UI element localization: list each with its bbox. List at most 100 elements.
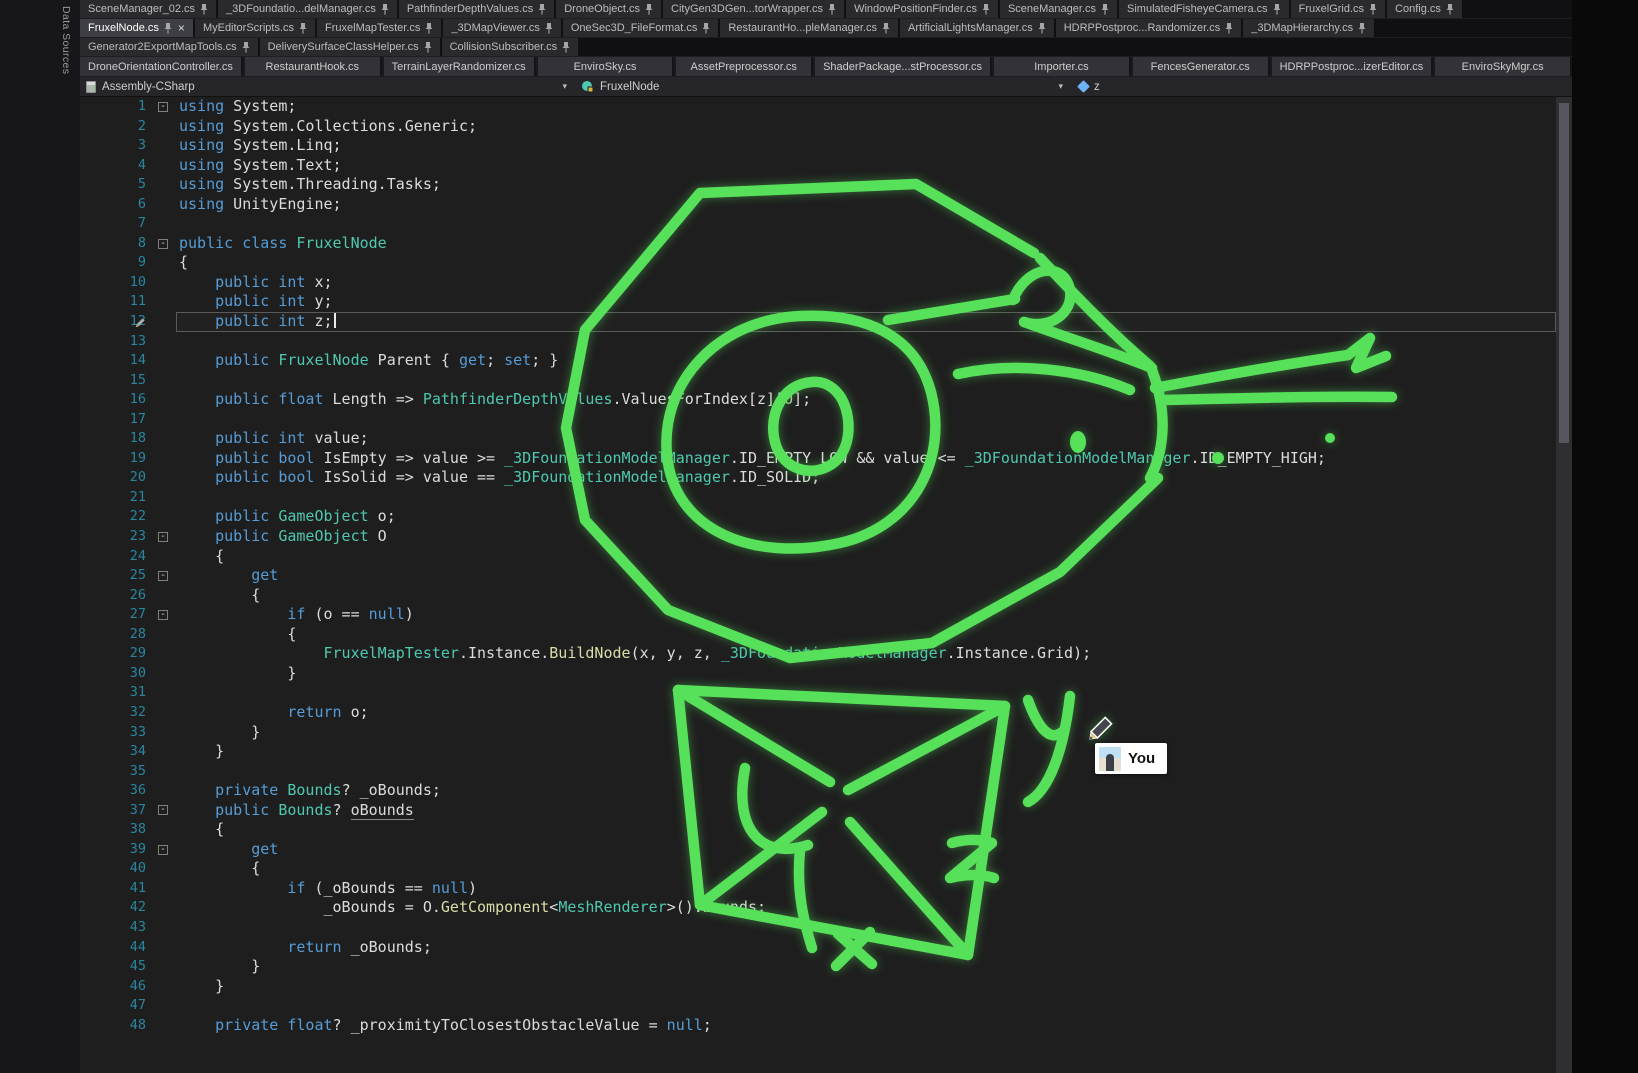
code-line-33[interactable]: 33 } [80, 723, 1556, 743]
code-line-20[interactable]: 20 public bool IsSolid => value == _3DFo… [80, 468, 1556, 488]
tab-DroneObject.cs[interactable]: DroneObject.cs [556, 0, 661, 18]
code-line-19[interactable]: 19 public bool IsEmpty => value >= _3DFo… [80, 449, 1556, 469]
tab-TerrainLayerRandomizer.cs[interactable]: TerrainLayerRandomizer.cs [384, 57, 536, 76]
code-line-4[interactable]: 4using System.Text; [80, 156, 1556, 176]
pin-icon[interactable] [882, 23, 890, 34]
tab-CityGen3DGen...torWrapper.cs[interactable]: CityGen3DGen...torWrapper.cs [663, 0, 844, 18]
code-line-10[interactable]: 10 public int x; [80, 273, 1556, 293]
tab-RestaurantHo...pleManager.cs[interactable]: RestaurantHo...pleManager.cs [720, 19, 898, 37]
code-line-44[interactable]: 44 return _oBounds; [80, 938, 1556, 958]
close-icon[interactable]: × [178, 23, 185, 33]
collapse-icon[interactable]: - [158, 610, 168, 620]
pin-icon[interactable] [1038, 23, 1046, 34]
code-line-26[interactable]: 26 { [80, 586, 1556, 606]
tab-ArtificialLightsManager.cs[interactable]: ArtificialLightsManager.cs [900, 19, 1054, 37]
pin-icon[interactable] [425, 23, 433, 34]
pin-icon[interactable] [1369, 4, 1377, 15]
code-line-32[interactable]: 32 return o; [80, 703, 1556, 723]
tab-FruxelGrid.cs[interactable]: FruxelGrid.cs [1291, 0, 1385, 18]
tab-EnviroSky.cs[interactable]: EnviroSky.cs [538, 57, 675, 76]
pin-icon[interactable] [164, 23, 172, 34]
code-line-29[interactable]: 29 FruxelMapTester.Instance.BuildNode(x,… [80, 644, 1556, 664]
pin-icon[interactable] [982, 4, 990, 15]
tab-SceneManager.cs[interactable]: SceneManager.cs [1000, 0, 1117, 18]
tab-HDRPPostproc...Randomizer.cs[interactable]: HDRPPostproc...Randomizer.cs [1056, 19, 1242, 37]
code-line-39[interactable]: 39- get [80, 840, 1556, 860]
tab-DroneOrientationController.cs[interactable]: DroneOrientationController.cs [80, 57, 243, 76]
code-line-7[interactable]: 7 [80, 214, 1556, 234]
code-line-1[interactable]: 1-using System; [80, 97, 1556, 117]
pin-icon[interactable] [702, 23, 710, 34]
code-line-48[interactable]: 48 private float? _proximityToClosestObs… [80, 1016, 1556, 1036]
pin-icon[interactable] [645, 4, 653, 15]
pin-icon[interactable] [538, 4, 546, 15]
code-line-9[interactable]: 9{ [80, 253, 1556, 273]
pin-icon[interactable] [1446, 4, 1454, 15]
member-dropdown[interactable]: z [1073, 77, 1572, 96]
pin-icon[interactable] [1101, 4, 1109, 15]
pin-icon[interactable] [562, 42, 570, 53]
code-line-12[interactable]: 12 public int z; [80, 312, 1556, 332]
pin-icon[interactable] [424, 42, 432, 53]
tab-WindowPositionFinder.cs[interactable]: WindowPositionFinder.cs [846, 0, 998, 18]
code-line-35[interactable]: 35 [80, 762, 1556, 782]
code-line-17[interactable]: 17 [80, 410, 1556, 430]
tab-SceneManager_02.cs[interactable]: SceneManager_02.cs [80, 0, 216, 18]
tab-Config.cs[interactable]: Config.cs [1387, 0, 1462, 18]
code-line-11[interactable]: 11 public int y; [80, 292, 1556, 312]
tab-ShaderPackage...stProcessor.cs[interactable]: ShaderPackage...stProcessor.cs [815, 57, 992, 76]
pin-icon[interactable] [828, 4, 836, 15]
code-line-38[interactable]: 38 { [80, 820, 1556, 840]
collapse-icon[interactable]: - [158, 532, 168, 542]
tab-_3DMapHierarchy.cs[interactable]: _3DMapHierarchy.cs [1243, 19, 1374, 37]
code-line-40[interactable]: 40 { [80, 859, 1556, 879]
code-line-22[interactable]: 22 public GameObject o; [80, 507, 1556, 527]
data-sources-tool-tab[interactable]: Data Sources [60, 6, 72, 74]
code-line-41[interactable]: 41 if (_oBounds == null) [80, 879, 1556, 899]
collapse-icon[interactable]: - [158, 239, 168, 249]
tab-FruxelMapTester.cs[interactable]: FruxelMapTester.cs [317, 19, 441, 37]
code-line-31[interactable]: 31 [80, 683, 1556, 703]
code-line-47[interactable]: 47 [80, 996, 1556, 1016]
code-line-23[interactable]: 23- public GameObject O [80, 527, 1556, 547]
code-line-15[interactable]: 15 [80, 371, 1556, 391]
project-dropdown[interactable]: Assembly-CSharp ▾ [80, 77, 577, 96]
code-editor[interactable]: 1-using System;2using System.Collections… [80, 97, 1556, 1073]
tab-MyEditorScripts.cs[interactable]: MyEditorScripts.cs [195, 19, 315, 37]
tab-FruxelNode.cs[interactable]: FruxelNode.cs× [80, 19, 193, 37]
tab-HDRPPostproc...izerEditor.cs[interactable]: HDRPPostproc...izerEditor.cs [1272, 57, 1434, 76]
code-line-37[interactable]: 37- public Bounds? oBounds [80, 801, 1556, 821]
code-line-28[interactable]: 28 { [80, 625, 1556, 645]
tab-RestaurantHook.cs[interactable]: RestaurantHook.cs [245, 57, 382, 76]
pin-icon[interactable] [1225, 23, 1233, 34]
code-line-27[interactable]: 27- if (o == null) [80, 605, 1556, 625]
scrollbar-thumb[interactable] [1559, 103, 1569, 443]
tab-EnviroSkyMgr.cs[interactable]: EnviroSkyMgr.cs [1435, 57, 1572, 76]
pin-icon[interactable] [1358, 23, 1366, 34]
tab-CollisionSubscriber.cs[interactable]: CollisionSubscriber.cs [442, 38, 579, 56]
code-line-3[interactable]: 3using System.Linq; [80, 136, 1556, 156]
code-line-45[interactable]: 45 } [80, 957, 1556, 977]
tab-AssetPreprocessor.cs[interactable]: AssetPreprocessor.cs [676, 57, 813, 76]
tab-Importer.cs[interactable]: Importer.cs [994, 57, 1131, 76]
code-line-16[interactable]: 16 public float Length => PathfinderDept… [80, 390, 1556, 410]
code-line-8[interactable]: 8-public class FruxelNode [80, 234, 1556, 254]
tab-_3DMapViewer.cs[interactable]: _3DMapViewer.cs [443, 19, 560, 37]
collapse-icon[interactable]: - [158, 805, 168, 815]
code-line-2[interactable]: 2using System.Collections.Generic; [80, 117, 1556, 137]
code-line-30[interactable]: 30 } [80, 664, 1556, 684]
code-line-6[interactable]: 6using UnityEngine; [80, 195, 1556, 215]
tab-DeliverySurfaceClassHelper.cs[interactable]: DeliverySurfaceClassHelper.cs [260, 38, 440, 56]
tab-Generator2ExportMapTools.cs[interactable]: Generator2ExportMapTools.cs [80, 38, 258, 56]
code-line-43[interactable]: 43 [80, 918, 1556, 938]
tab-SimulatedFisheyeCamera.cs[interactable]: SimulatedFisheyeCamera.cs [1119, 0, 1289, 18]
code-line-13[interactable]: 13 [80, 332, 1556, 352]
pin-icon[interactable] [299, 23, 307, 34]
code-line-25[interactable]: 25- get [80, 566, 1556, 586]
tab-OneSec3D_FileFormat.cs[interactable]: OneSec3D_FileFormat.cs [563, 19, 719, 37]
pin-icon[interactable] [545, 23, 553, 34]
code-line-5[interactable]: 5using System.Threading.Tasks; [80, 175, 1556, 195]
pin-icon[interactable] [381, 4, 389, 15]
collapse-icon[interactable]: - [158, 845, 168, 855]
code-line-24[interactable]: 24 { [80, 547, 1556, 567]
